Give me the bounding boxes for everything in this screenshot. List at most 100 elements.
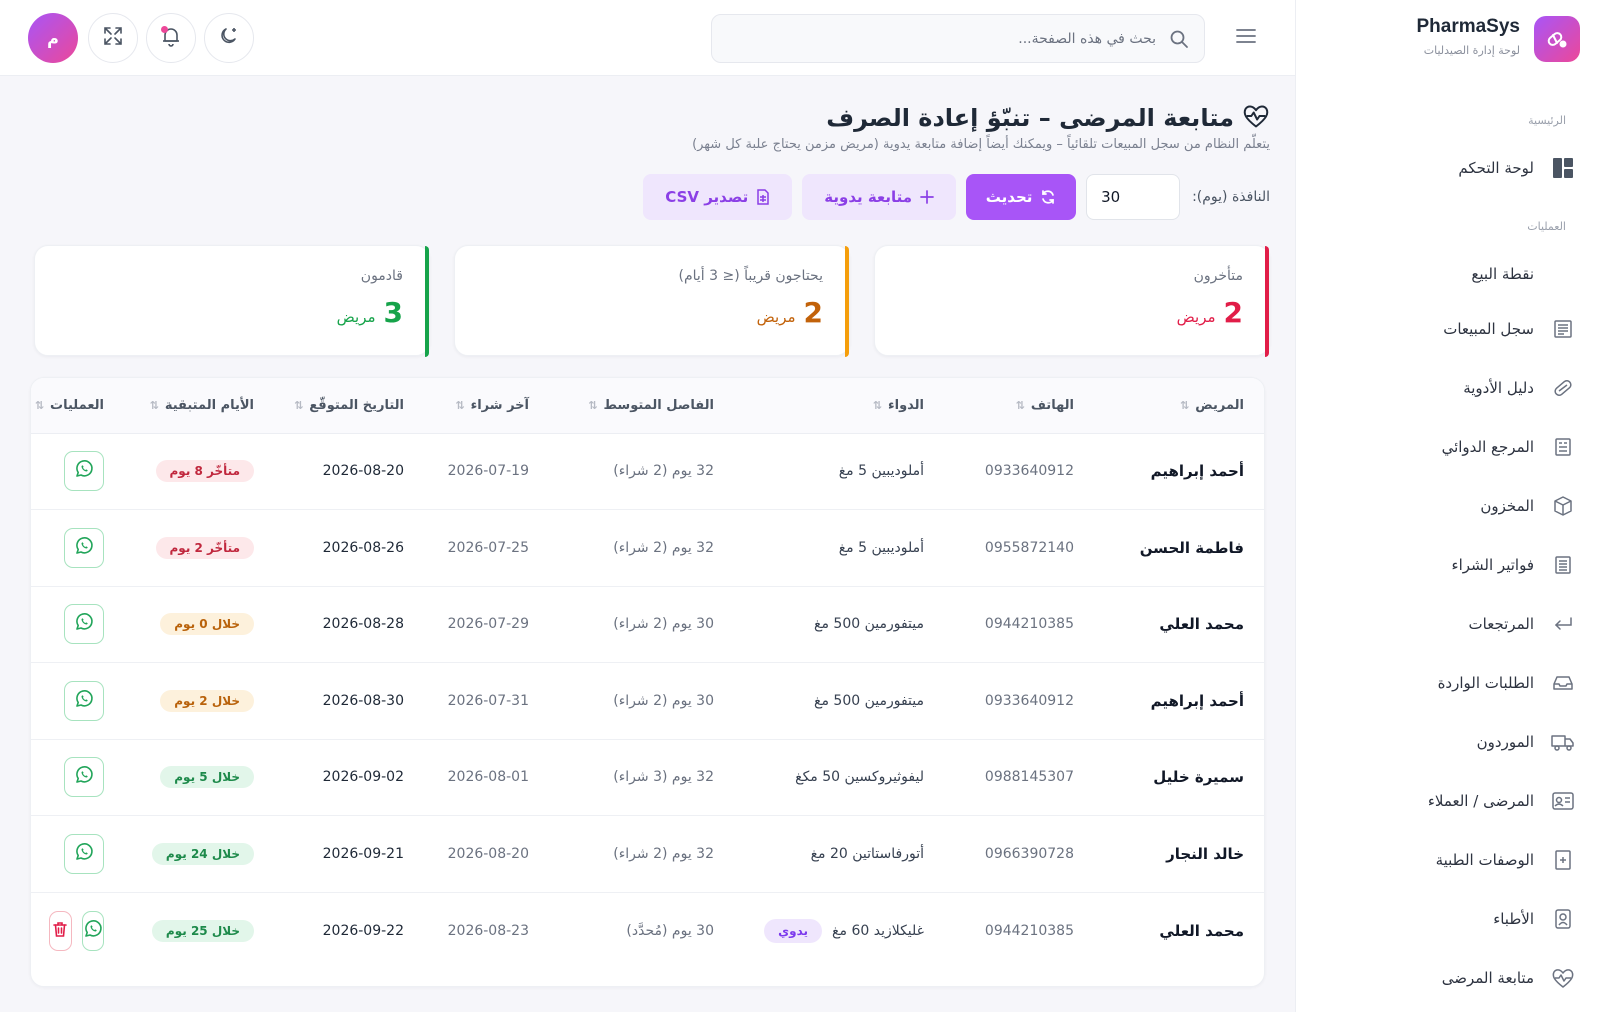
whatsapp-button[interactable]	[64, 604, 104, 645]
search-input[interactable]	[736, 30, 1156, 47]
theme-toggle-button[interactable]	[204, 13, 254, 63]
whatsapp-icon	[74, 765, 94, 789]
whatsapp-button[interactable]	[64, 757, 104, 798]
heartbeat-icon	[1242, 103, 1270, 133]
stat-number: 3	[383, 296, 403, 329]
drug-name: أملوديبين 5 مغ	[838, 539, 924, 556]
column-header-phone[interactable]: الهاتف ⇅	[944, 378, 1094, 434]
sidebar-item-prescriptions[interactable]: الوصفات الطبية	[1336, 842, 1576, 878]
status-badge: خلال 25 يوم	[151, 919, 254, 942]
remaining-days-cell: خلال 5 يوم	[124, 739, 274, 816]
sidebar-item-drug-guide[interactable]: دليل الأدوية	[1336, 370, 1576, 406]
sidebar-item-suppliers[interactable]: الموردون	[1336, 724, 1576, 760]
row-actions	[49, 527, 104, 568]
moon-icon	[218, 25, 240, 51]
sidebar-item-patients-customers[interactable]: المرضى / العملاء	[1336, 783, 1576, 819]
sidebar-item-label: المخزون	[1480, 497, 1534, 515]
sidebar-item-doctors[interactable]: الأطباء	[1336, 901, 1576, 937]
delete-button[interactable]	[49, 910, 72, 951]
drug-cell: أملوديبين 5 مغ	[734, 433, 944, 510]
sidebar-item-pos[interactable]: نقطة البيع	[1336, 256, 1576, 292]
sidebar-item-label: الوصفات الطبية	[1435, 851, 1534, 869]
spreadsheet-icon	[756, 189, 770, 205]
status-badge: خلال 5 يوم	[160, 766, 254, 789]
stat-card-upcoming: قادمون 3 مريض	[34, 245, 430, 357]
sort-icon: ⇅	[455, 398, 465, 412]
patient-name: محمد العلي	[1159, 615, 1244, 634]
stat-accent-bar	[845, 246, 849, 357]
sort-icon: ⇅	[1180, 398, 1190, 412]
actions-cell	[31, 739, 124, 816]
follow-up-table: المريض⇅ الهاتف⇅ الدواء⇅ الفاصل المتوسط⇅ …	[31, 378, 1264, 969]
export-csv-button[interactable]: تصدير CSV	[643, 174, 793, 220]
page-subtitle: يتعلّم النظام من سجل المبيعات تلقائياً –…	[692, 137, 1270, 152]
column-header-actions[interactable]: العمليات ⇅	[31, 378, 124, 434]
stat-card-due-soon: يحتاجون قريباً (≤ 3 أيام) 2 مريض	[454, 245, 850, 357]
column-header-interval[interactable]: الفاصل المتوسط ⇅	[549, 378, 734, 434]
remaining-days-cell: خلال 24 يوم	[124, 816, 274, 893]
stat-accent-bar	[425, 246, 429, 357]
refresh-button[interactable]: تحديث	[966, 174, 1077, 220]
sidebar-item-returns[interactable]: المرتجعات	[1336, 606, 1576, 642]
refresh-icon	[1040, 189, 1056, 205]
sidebar-item-patient-follow-up[interactable]: متابعة المرضى	[1336, 960, 1576, 996]
column-header-last-purchase[interactable]: آخر شراء ⇅	[424, 378, 549, 434]
menu-toggle-button[interactable]	[1231, 24, 1261, 52]
column-header-expected-date[interactable]: التاريخ المتوقّع ⇅	[274, 378, 424, 434]
phone-number: 0988145307	[984, 769, 1074, 786]
stat-unit: مريض	[1176, 308, 1216, 326]
actions-cell	[31, 433, 124, 510]
sidebar-item-sales-log[interactable]: سجل المبيعات	[1336, 311, 1576, 347]
table-row: محمد العلي 0944210385 غليكلازيد 60 مغ يدوي 3…	[31, 892, 1264, 969]
whatsapp-icon	[74, 612, 94, 636]
whatsapp-button[interactable]	[81, 910, 104, 951]
heartbeat-icon	[1550, 965, 1576, 991]
notifications-button[interactable]	[146, 13, 196, 63]
sidebar-item-label: المرتجعات	[1468, 615, 1534, 633]
stat-value: 2 مريض	[1177, 296, 1243, 329]
drug-cell: ميتفورمين 500 مغ	[734, 663, 944, 740]
whatsapp-icon	[74, 842, 94, 866]
stat-number: 2	[1223, 296, 1243, 329]
table-row: أحمد إبراهيم 0933640912 ميتفورمين 500 مغ 30…	[31, 663, 1264, 740]
sidebar-item-incoming-orders[interactable]: الطلبات الواردة	[1336, 665, 1576, 701]
column-header-drug[interactable]: الدواء ⇅	[734, 378, 944, 434]
row-actions	[49, 833, 104, 874]
sidebar-item-label: سجل المبيعات	[1443, 320, 1534, 338]
drug-name: ليفوثيروكسين 50 مكغ	[795, 769, 924, 786]
sort-icon: ⇅	[34, 398, 45, 412]
whatsapp-button[interactable]	[64, 527, 104, 568]
sidebar-item-dashboard[interactable]: لوحة التحكم	[1336, 150, 1576, 186]
average-interval: 30 يوم (2 شراء)	[613, 616, 714, 633]
actions-cell	[31, 892, 124, 969]
sidebar-item-label: متابعة المرضى	[1441, 969, 1534, 987]
last-purchase-date: 2026-07-31	[447, 692, 529, 709]
sidebar-item-purchase-invoices[interactable]: فواتير الشراء	[1336, 547, 1576, 583]
sidebar-item-inventory[interactable]: المخزون	[1336, 488, 1576, 524]
table-row: فاطمة الحسن 0955872140 أملوديبين 5 مغ 32 يو…	[31, 510, 1264, 586]
status-badge: خلال 24 يوم	[151, 842, 254, 865]
column-header-remaining-days[interactable]: الأيام المتبقية ⇅	[124, 378, 274, 434]
whatsapp-button[interactable]	[64, 833, 104, 874]
whatsapp-button[interactable]	[64, 680, 104, 721]
avatar[interactable]: م	[28, 13, 78, 63]
patient-name: أحمد إبراهيم	[1150, 462, 1244, 481]
fullscreen-button[interactable]	[88, 13, 138, 63]
column-header-patient[interactable]: المريض ⇅	[1094, 378, 1264, 434]
sidebar-item-drug-reference[interactable]: المرجع الدوائي	[1336, 429, 1576, 465]
phone-number: 0955872140	[984, 539, 1074, 556]
manual-follow-up-button[interactable]: متابعة يدوية	[802, 174, 957, 220]
column-label: آخر شراء	[470, 397, 529, 413]
last-purchase-date: 2026-08-20	[447, 845, 529, 862]
toolbar: النافذة (يوم): تحديث متابعة يدوية تصدير …	[633, 174, 1270, 220]
sidebar-item-label: المرضى / العملاء	[1427, 792, 1534, 810]
window-days-input[interactable]	[1086, 174, 1181, 220]
sidebar: PharmaSys لوحة إدارة الصيدليات الرئيسية …	[1295, 0, 1600, 1012]
drug-cell: ميتفورمين 500 مغ	[734, 586, 944, 663]
sort-icon: ⇅	[872, 398, 882, 412]
drug-name: أملوديبين 5 مغ	[838, 463, 924, 480]
whatsapp-button[interactable]	[64, 451, 104, 492]
actions-cell	[31, 663, 124, 740]
column-label: التاريخ المتوقّع	[309, 397, 404, 413]
sort-icon: ⇅	[294, 398, 304, 412]
